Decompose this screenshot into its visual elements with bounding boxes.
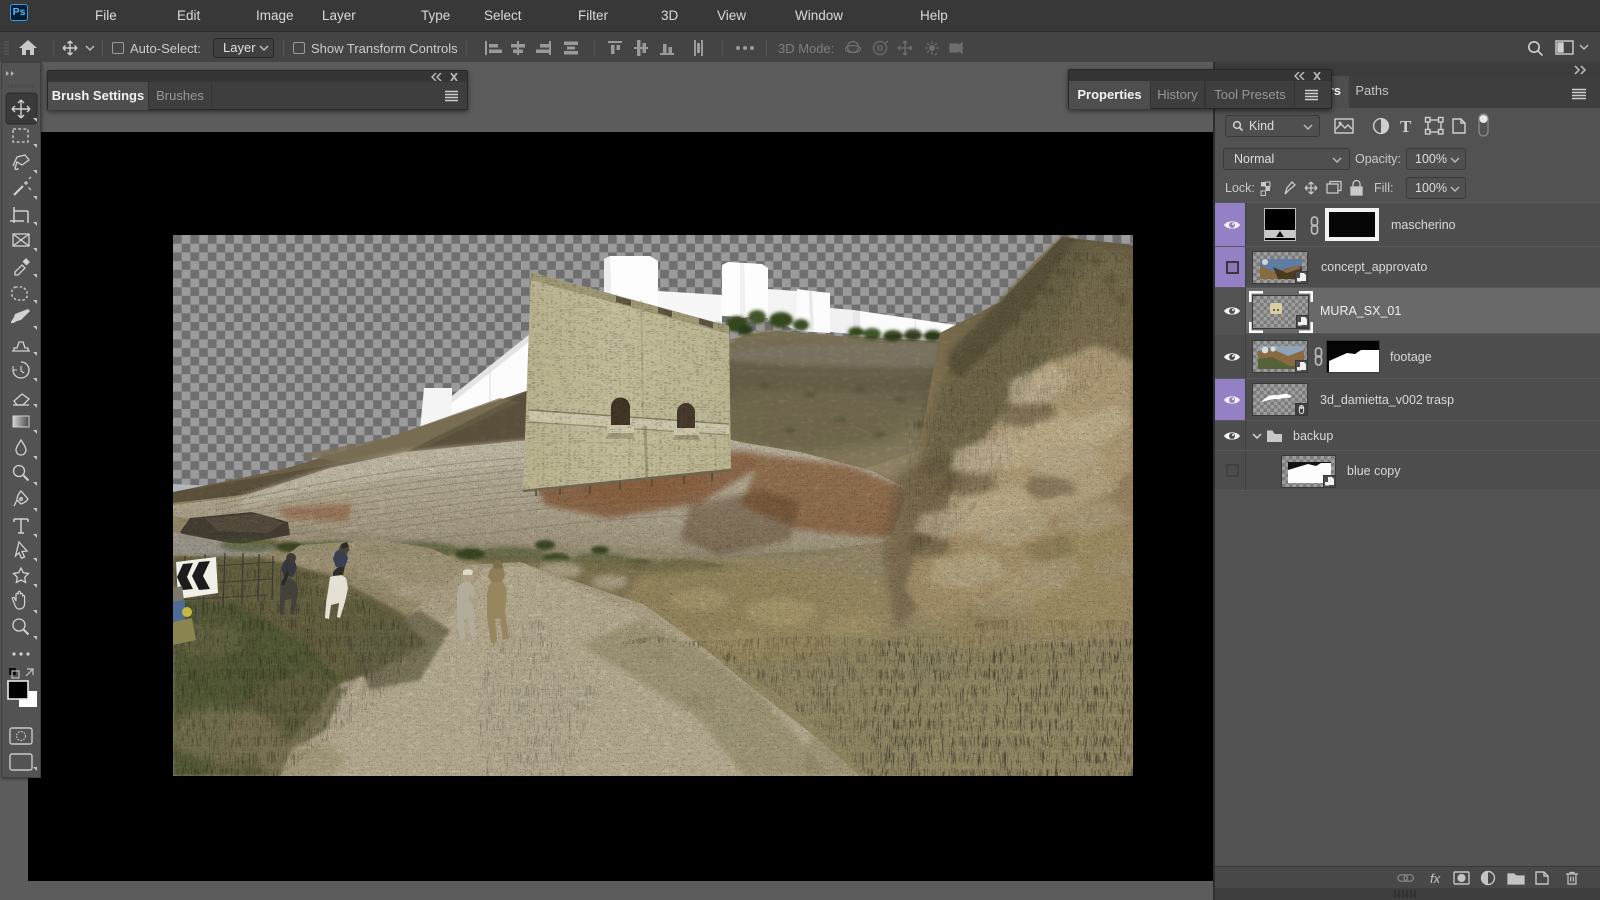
svg-text:T: T [1400, 117, 1412, 136]
svg-text:fx: fx [1430, 871, 1441, 886]
